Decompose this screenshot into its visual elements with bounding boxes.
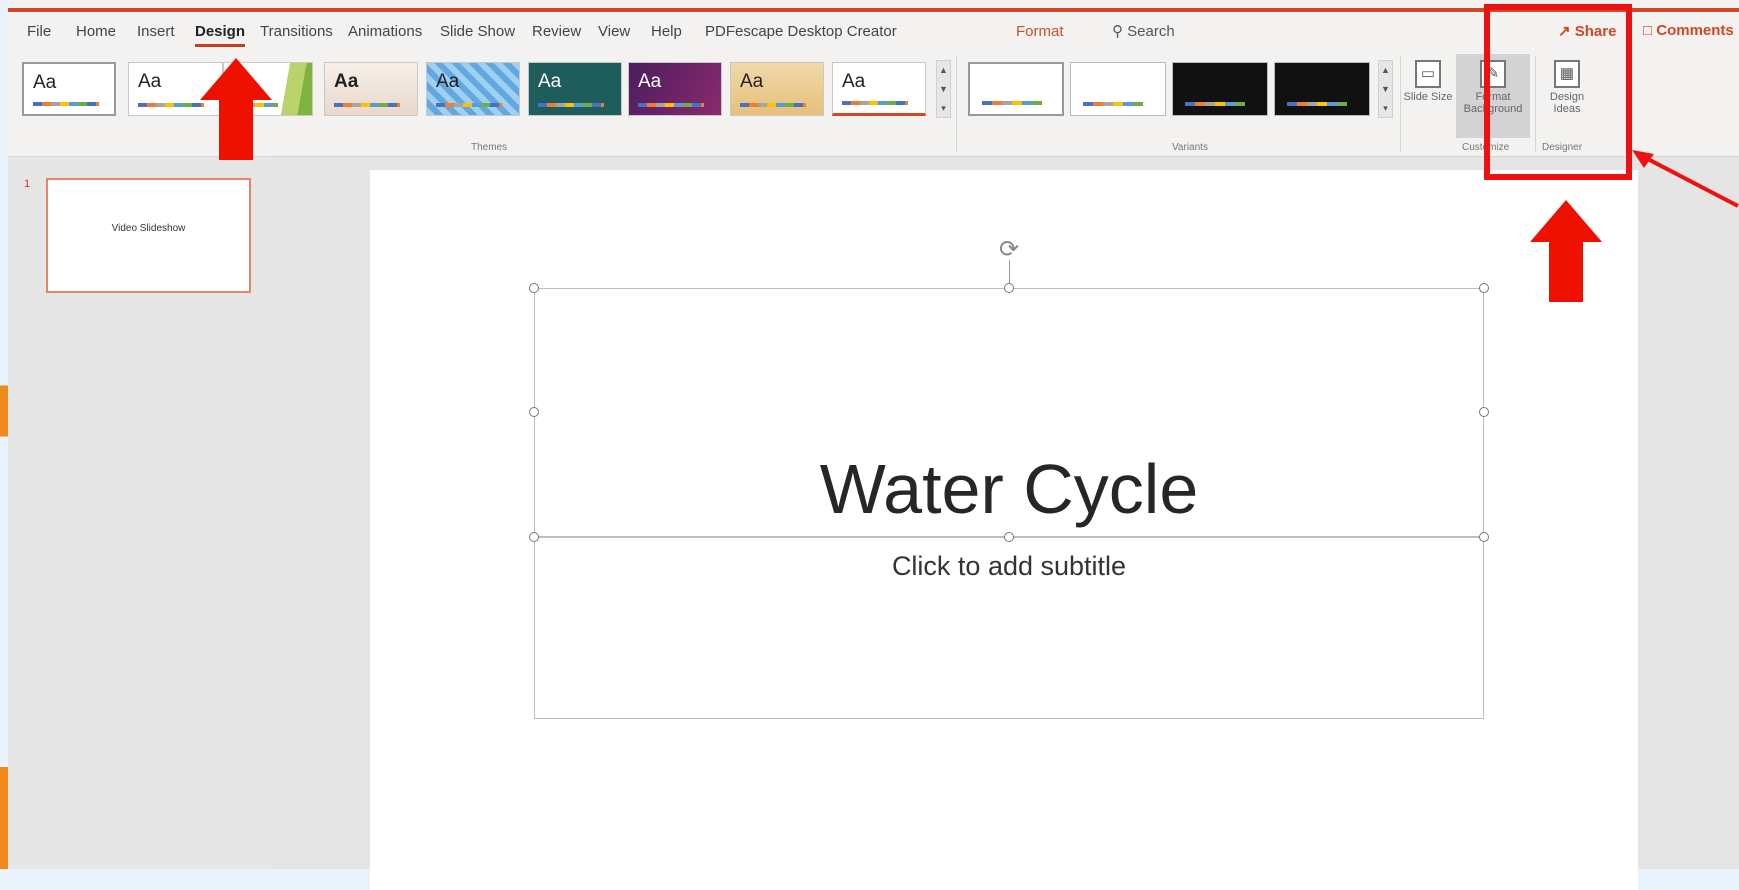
resize-handle[interactable]	[529, 532, 539, 542]
variant-1[interactable]	[968, 62, 1064, 116]
arrow-head	[200, 58, 272, 100]
theme-sample: Aa	[33, 72, 57, 93]
tab-format[interactable]: Format	[1016, 23, 1064, 40]
subtitle-placeholder[interactable]: Click to add subtitle	[534, 537, 1484, 719]
resize-handle[interactable]	[1004, 532, 1014, 542]
tab-animations[interactable]: Animations	[348, 23, 422, 40]
search-box[interactable]: ⚲ Search	[1112, 22, 1175, 40]
theme-color-bar	[138, 103, 204, 107]
theme-color-bar	[334, 103, 400, 107]
variant-2[interactable]	[1070, 62, 1166, 116]
theme-color-bar	[538, 103, 604, 107]
theme-color-bar	[33, 102, 99, 106]
arrow-shaft	[1549, 242, 1583, 302]
slide-size-button[interactable]: ▭ Slide Size	[1403, 54, 1453, 138]
rotate-handle-icon[interactable]: ⟳	[997, 238, 1021, 262]
tab-file[interactable]: File	[27, 23, 51, 40]
tab-design[interactable]: Design	[195, 23, 246, 47]
theme-color-bar	[436, 103, 502, 107]
variant-color-bar	[1185, 102, 1245, 106]
theme-integral[interactable]: Aa	[324, 62, 418, 116]
resize-handle[interactable]	[1479, 532, 1489, 542]
arrow-up-icon	[200, 58, 272, 160]
resize-handle[interactable]	[529, 283, 539, 293]
theme-sample: Aa	[334, 71, 359, 92]
search-icon: ⚲	[1112, 23, 1123, 40]
theme-ion-boardroom[interactable]: Aa	[426, 62, 520, 116]
theme-sample: Aa	[740, 71, 764, 92]
tab-view[interactable]: View	[598, 23, 630, 40]
variant-color-bar	[982, 101, 1042, 105]
accent-line	[8, 8, 1739, 12]
theme-color-bar	[638, 103, 704, 107]
slide-size-label: Slide Size	[1403, 91, 1453, 103]
arrow-up-icon	[1530, 200, 1602, 302]
theme-organic[interactable]: Aa	[628, 62, 722, 116]
tab-insert[interactable]: Insert	[137, 23, 175, 40]
slide-number: 1	[24, 178, 31, 190]
resize-handle[interactable]	[1004, 283, 1014, 293]
group-separator	[956, 56, 957, 152]
variant-4[interactable]	[1274, 62, 1370, 116]
theme-ion[interactable]: Aa	[528, 62, 622, 116]
arrow-head	[1530, 200, 1602, 242]
resize-handle[interactable]	[1479, 407, 1489, 417]
theme-color-bar	[740, 103, 806, 107]
title-placeholder[interactable]: Water Cycle	[534, 288, 1484, 537]
decorative-strip	[0, 360, 8, 869]
tab-home[interactable]: Home	[76, 23, 116, 40]
subtitle-text: Click to add subtitle	[891, 551, 1127, 581]
tab-slide-show[interactable]: Slide Show	[440, 23, 515, 40]
variant-color-bar	[1083, 102, 1143, 106]
slide-thumbnail[interactable]: Video Slideshow	[46, 178, 251, 293]
variants-group-label: Variants	[1172, 142, 1208, 153]
slide-title: Water Cycle	[819, 450, 1199, 528]
theme-sample: Aa	[138, 71, 162, 92]
theme-sample: Aa	[538, 71, 562, 92]
theme-color-bar	[842, 101, 908, 105]
diagonal-arrow-icon	[1632, 150, 1739, 208]
tab-pdfescape[interactable]: PDFescape Desktop Creator	[705, 23, 897, 40]
themes-group-label: Themes	[471, 142, 508, 153]
themes-gallery-scroll[interactable]: ▲ ▼ ▾	[936, 60, 951, 118]
ribbon-tabs: File Home Insert Design Transitions Anim…	[8, 14, 1739, 50]
tab-transitions[interactable]: Transitions	[260, 23, 333, 40]
variants-gallery-scroll[interactable]: ▲ ▼ ▾	[1378, 60, 1393, 118]
group-separator	[1400, 56, 1401, 152]
variant-color-bar	[1287, 102, 1347, 106]
theme-savon[interactable]: Aa	[730, 62, 824, 116]
resize-handle[interactable]	[529, 407, 539, 417]
thumbnail-text: Video Slideshow	[111, 223, 186, 234]
comments-button[interactable]: □ Comments	[1643, 22, 1734, 39]
theme-slice[interactable]: Aa	[832, 62, 926, 116]
highlight-box-customize	[1484, 4, 1632, 180]
comment-icon: □	[1643, 22, 1653, 39]
theme-office[interactable]: Aa	[22, 62, 116, 116]
arrow-shaft	[219, 100, 253, 160]
theme-sample: Aa	[842, 71, 866, 92]
resize-handle[interactable]	[1479, 283, 1489, 293]
theme-sample: Aa	[436, 71, 460, 92]
theme-sample: Aa	[638, 71, 662, 92]
tab-help[interactable]: Help	[651, 23, 682, 40]
tab-review[interactable]: Review	[532, 23, 581, 40]
slide-size-icon: ▭	[1415, 60, 1441, 88]
comments-label: Comments	[1656, 22, 1734, 39]
variant-3[interactable]	[1172, 62, 1268, 116]
search-label: Search	[1127, 23, 1175, 40]
